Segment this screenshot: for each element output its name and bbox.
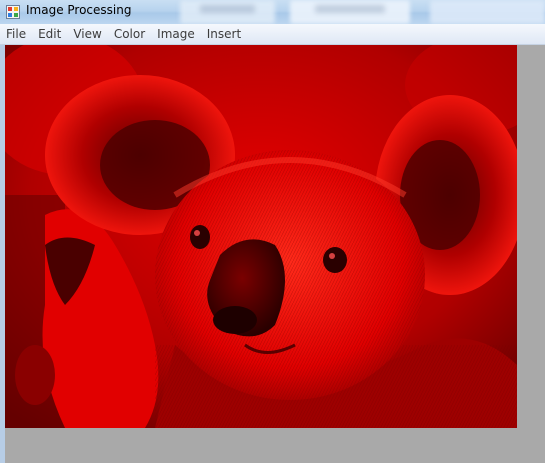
koala-image (5, 45, 517, 428)
menu-view[interactable]: View (67, 24, 107, 44)
image-canvas[interactable] (5, 45, 517, 428)
menu-image[interactable]: Image (151, 24, 201, 44)
menu-file[interactable]: File (0, 24, 32, 44)
title-bar[interactable]: Image Processing (0, 0, 545, 24)
menu-insert[interactable]: Insert (201, 24, 247, 44)
background-taskbar-blur (430, 0, 545, 24)
background-taskbar-blur (290, 0, 410, 24)
client-area (0, 45, 545, 463)
app-icon[interactable] (6, 4, 20, 19)
window-title: Image Processing (26, 3, 132, 17)
app-window: Image Processing File Edit View Color Im… (0, 0, 545, 463)
menu-edit[interactable]: Edit (32, 24, 67, 44)
menu-bar: File Edit View Color Image Insert (0, 24, 545, 45)
menu-color[interactable]: Color (108, 24, 151, 44)
background-taskbar-blur (180, 0, 275, 24)
